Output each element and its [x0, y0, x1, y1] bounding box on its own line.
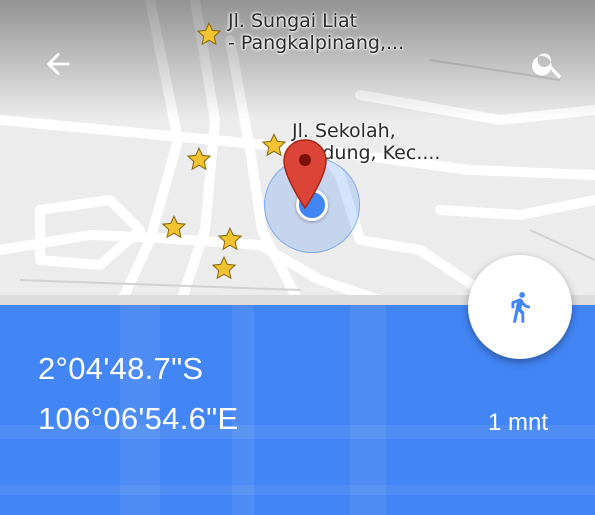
search-button[interactable]	[524, 40, 572, 88]
place-label-line: Jl. Sungai Liat	[228, 10, 358, 32]
place-label-line: - Pangkalpinang,...	[228, 32, 405, 54]
walking-icon	[511, 292, 530, 323]
star-icon[interactable]	[186, 146, 212, 172]
back-button[interactable]	[34, 40, 82, 88]
star-icon[interactable]	[217, 226, 243, 252]
walking-directions-button[interactable]	[468, 255, 572, 359]
map-screen: Jl. Sungai Liat - Pangkalpinang,... Jl. …	[0, 0, 595, 515]
map-pin-icon[interactable]	[282, 138, 328, 210]
star-icon[interactable]	[161, 214, 187, 240]
travel-time-text: 1 mnt	[488, 409, 549, 436]
search-icon	[532, 53, 562, 79]
place-label-sungai-liat[interactable]: Jl. Sungai Liat - Pangkalpinang,...	[228, 10, 404, 54]
latitude-text: 2°04'48.7"S	[38, 351, 204, 386]
longitude-text: 106°06'54.6"E	[38, 401, 239, 436]
star-icon[interactable]	[211, 255, 237, 281]
arrow-back-icon	[46, 52, 70, 76]
star-icon[interactable]	[196, 21, 222, 47]
